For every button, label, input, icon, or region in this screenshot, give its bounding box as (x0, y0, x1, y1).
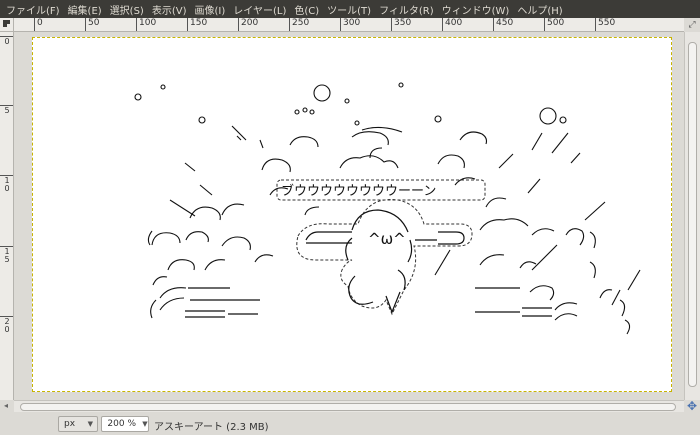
ruler-label: 2 0 (0, 316, 13, 334)
vertical-scrollbar[interactable] (684, 32, 700, 400)
unit-selector[interactable]: px ▼ (58, 416, 98, 432)
scroll-left-icon[interactable]: ◂ (4, 401, 8, 410)
menu-bar: ファイル(F) 編集(E) 選択(S) 表示(V) 画像(I) レイヤー(L) … (0, 0, 700, 18)
navigate-icon[interactable]: ✥ (685, 399, 699, 413)
ruler-label: 500 (544, 18, 564, 31)
menu-colors[interactable]: 色(C) (294, 2, 319, 17)
ruler-label: 1 0 (0, 175, 13, 193)
zoom-value: 200 % (107, 419, 136, 429)
chevron-down-icon: ▼ (87, 420, 93, 428)
ruler-label: 400 (442, 18, 462, 31)
ruler-label: 50 (85, 18, 99, 31)
menu-view[interactable]: 表示(V) (152, 2, 187, 17)
ruler-label: 150 (187, 18, 207, 31)
ruler-label: 100 (136, 18, 156, 31)
ruler-label: 300 (340, 18, 360, 31)
ruler-corner-toggle[interactable] (0, 18, 14, 32)
vertical-ruler[interactable]: 0 5 1 0 1 5 2 0 (0, 32, 14, 400)
ruler-label: 200 (238, 18, 258, 31)
horizontal-ruler[interactable]: 0 50 100 150 200 250 300 350 400 450 500… (14, 18, 684, 32)
horizontal-scroll-thumb[interactable] (20, 403, 676, 411)
menu-layer[interactable]: レイヤー(L) (233, 2, 286, 17)
unit-value: px (64, 419, 76, 429)
ruler-label: 0 (0, 36, 13, 46)
ruler-label: 450 (493, 18, 513, 31)
menu-edit[interactable]: 編集(E) (68, 2, 102, 17)
menu-file[interactable]: ファイル(F) (6, 2, 60, 17)
vertical-scroll-thumb[interactable] (688, 42, 697, 387)
ruler-label: 250 (289, 18, 309, 31)
zoom-selector[interactable]: 200 % ▼ (101, 416, 149, 432)
image-info: アスキーアート (2.3 MB) (154, 422, 269, 433)
chevron-down-icon: ▼ (142, 420, 148, 428)
menu-tools[interactable]: ツール(T) (327, 2, 371, 17)
ruler-label: 550 (595, 18, 615, 31)
zoom-fit-icon[interactable]: ⤢ (686, 20, 698, 30)
menu-filters[interactable]: フィルタ(R) (379, 2, 434, 17)
ruler-label: 0 (34, 18, 43, 31)
quick-mask-icon (3, 20, 10, 27)
ruler-label: 5 (0, 105, 13, 115)
ruler-label: 350 (391, 18, 411, 31)
menu-windows[interactable]: ウィンドウ(W) (442, 2, 510, 17)
menu-select[interactable]: 選択(S) (110, 2, 144, 17)
menu-image[interactable]: 画像(I) (195, 2, 226, 17)
image-canvas[interactable] (32, 37, 672, 392)
menu-help[interactable]: ヘルプ(H) (517, 2, 562, 17)
horizontal-scrollbar[interactable]: ◂ (4, 400, 684, 412)
ruler-label: 1 5 (0, 246, 13, 264)
